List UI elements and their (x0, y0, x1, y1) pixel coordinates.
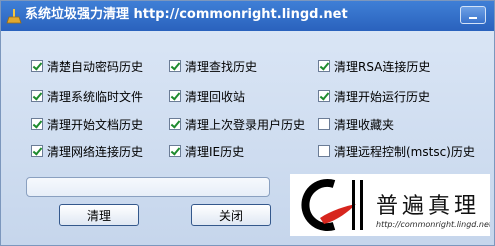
option-label: 清理网络连接历史 (47, 144, 144, 159)
checkbox[interactable] (31, 60, 43, 72)
close-button[interactable]: 关闭 (191, 204, 271, 226)
logo: 普遍真理 http://commonright.lingd.net (290, 174, 490, 236)
option-clear-network-history[interactable]: 清理网络连接历史 (31, 142, 143, 160)
option-label: 清理远程控制(mstsc)历史 (334, 144, 475, 159)
client-area: 清楚自动密码历史 清理系统临时文件 清理开始文档历史 清理网络连接历史 清理查找… (5, 34, 490, 242)
checkbox[interactable] (169, 118, 181, 130)
checkbox[interactable] (31, 118, 43, 130)
checkbox[interactable] (169, 90, 181, 102)
checkbox[interactable] (318, 118, 330, 130)
checkbox[interactable] (169, 145, 181, 157)
option-label: 清理IE历史 (185, 144, 245, 159)
option-label: 清理查找历史 (185, 59, 258, 74)
option-label: 清理开始运行历史 (334, 89, 431, 104)
clean-button[interactable]: 清理 (59, 204, 139, 226)
option-clear-last-login[interactable]: 清理上次登录用户历史 (169, 115, 305, 133)
checkbox[interactable] (318, 60, 330, 72)
option-label: 清理开始文档历史 (47, 117, 144, 132)
window-title: 系统垃圾强力清理 http://commonright.lingd.net (25, 7, 348, 22)
logo-url: http://commonright.lingd.net (376, 220, 490, 229)
option-clear-autopassword[interactable]: 清楚自动密码历史 (31, 57, 143, 75)
broom-icon (6, 9, 22, 24)
logo-text: 普遍真理 (376, 194, 481, 219)
option-label: 清理回收站 (185, 89, 246, 104)
logo-emblem-icon (301, 179, 363, 231)
progress-bar (26, 177, 270, 197)
option-clear-recycle-bin[interactable]: 清理回收站 (169, 87, 245, 105)
minimize-button[interactable] (460, 6, 486, 24)
option-label: 清楚自动密码历史 (47, 59, 144, 74)
option-clear-rsa-history[interactable]: 清理RSA连接历史 (318, 57, 430, 75)
option-label: 清理系统临时文件 (47, 89, 144, 104)
option-clear-favorites[interactable]: 清理收藏夹 (318, 115, 394, 133)
checkbox[interactable] (31, 90, 43, 102)
option-label: 清理RSA连接历史 (334, 59, 431, 74)
option-label: 清理收藏夹 (334, 117, 395, 132)
checkbox[interactable] (169, 60, 181, 72)
title-bar[interactable]: 系统垃圾强力清理 http://commonright.lingd.net (1, 1, 494, 31)
option-clear-mstsc-history[interactable]: 清理远程控制(mstsc)历史 (318, 142, 475, 160)
app-window: 系统垃圾强力清理 http://commonright.lingd.net 清楚… (0, 0, 495, 246)
option-clear-temp-files[interactable]: 清理系统临时文件 (31, 87, 143, 105)
option-label: 清理上次登录用户历史 (185, 117, 306, 132)
option-clear-start-docs[interactable]: 清理开始文档历史 (31, 115, 143, 133)
checkbox[interactable] (31, 145, 43, 157)
option-clear-ie-history[interactable]: 清理IE历史 (169, 142, 244, 160)
option-clear-search-history[interactable]: 清理查找历史 (169, 57, 257, 75)
checkbox[interactable] (318, 90, 330, 102)
option-clear-run-history[interactable]: 清理开始运行历史 (318, 87, 430, 105)
checkbox[interactable] (318, 145, 330, 157)
